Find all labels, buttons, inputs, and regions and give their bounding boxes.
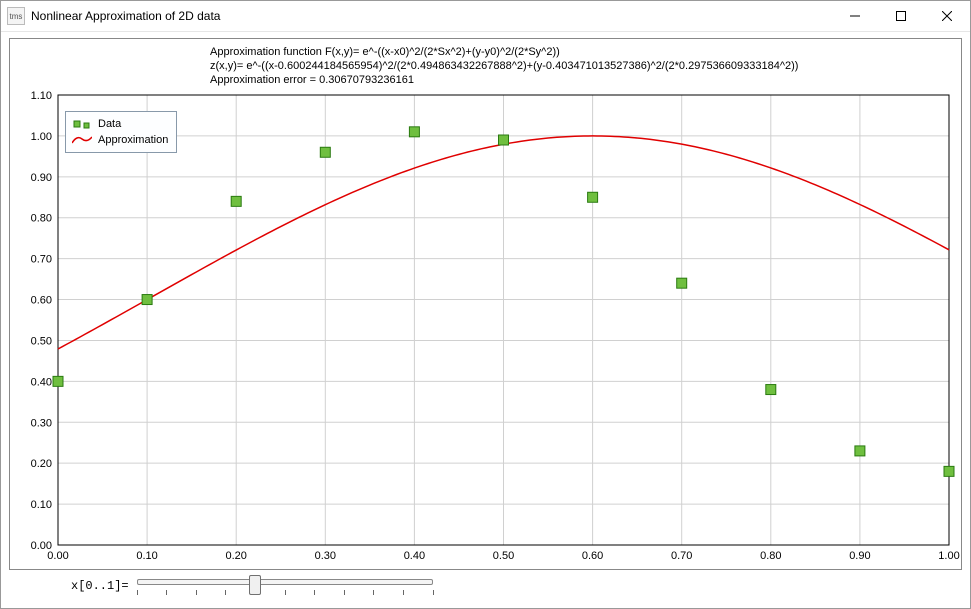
- close-icon: [942, 11, 952, 21]
- y-tick-label: 1.00: [31, 131, 52, 143]
- x-tick-label: 0.40: [404, 550, 425, 562]
- data-point: [766, 385, 776, 395]
- data-point: [53, 376, 63, 386]
- x-tick-label: 0.60: [582, 550, 603, 562]
- data-point: [677, 278, 687, 288]
- data-point: [499, 135, 509, 145]
- x-tick-label: 0.10: [136, 550, 157, 562]
- x-tick-label: 0.50: [493, 550, 514, 562]
- y-tick-label: 0.00: [31, 540, 52, 552]
- legend-data-swatch: [72, 117, 92, 131]
- legend-approx-label: Approximation: [98, 134, 168, 146]
- y-tick-label: 0.70: [31, 254, 52, 266]
- app-window: tms Nonlinear Approximation of 2D data 0…: [0, 0, 971, 609]
- y-tick-label: 0.30: [31, 417, 52, 429]
- data-point: [320, 147, 330, 157]
- slider-thumb[interactable]: [249, 575, 261, 595]
- close-button[interactable]: [924, 1, 970, 31]
- content-area: 0.00 0.10 0.20 0.30 0.40 0.50 0.60 0.70 0.80 0.90…: [1, 32, 970, 608]
- minimize-button[interactable]: [832, 1, 878, 31]
- data-point: [142, 295, 152, 305]
- x-tick-label: 1.00: [938, 550, 959, 562]
- window-title: Nonlinear Approximation of 2D data: [31, 9, 832, 23]
- annotation-line-2: z(x,y)= e^-((x-0.600244184565954)^2/(2*0…: [210, 59, 901, 73]
- minimize-icon: [850, 11, 860, 21]
- data-point: [409, 127, 419, 137]
- legend-approx-swatch: [72, 133, 92, 147]
- x-tick-label: 0.90: [849, 550, 870, 562]
- app-icon: tms: [7, 7, 25, 25]
- y-tick-label: 0.10: [31, 499, 52, 511]
- slider-groove: [137, 579, 433, 585]
- slider-ticks: [137, 589, 433, 595]
- y-tick-label: 0.50: [31, 335, 52, 347]
- x-slider[interactable]: [135, 575, 435, 597]
- slider-row: x[0..1]=: [9, 570, 962, 602]
- y-tick-label: 0.80: [31, 213, 52, 225]
- x-tick-label: 0.30: [315, 550, 336, 562]
- legend-item-approx: Approximation: [72, 132, 168, 148]
- legend-data-label: Data: [98, 118, 121, 130]
- titlebar: tms Nonlinear Approximation of 2D data: [1, 1, 970, 32]
- x-tick-label: 0.70: [671, 550, 692, 562]
- x-tick-label: 0.80: [760, 550, 781, 562]
- x-tick-label: 0.20: [225, 550, 246, 562]
- y-tick-label: 1.10: [31, 90, 52, 102]
- legend: Data Approximation: [65, 111, 177, 153]
- data-point: [944, 466, 954, 476]
- data-point: [231, 196, 241, 206]
- data-point: [588, 192, 598, 202]
- window-controls: [832, 1, 970, 31]
- annotation-line-3: Approximation error = 0.30670793236161: [210, 73, 901, 87]
- y-tick-label: 0.90: [31, 172, 52, 184]
- slider-label: x[0..1]=: [71, 579, 129, 593]
- data-point: [855, 446, 865, 456]
- maximize-icon: [896, 11, 906, 21]
- y-tick-label: 0.20: [31, 458, 52, 470]
- y-tick-label: 0.40: [31, 376, 52, 388]
- annotation-block: Approximation function F(x,y)= e^-((x-x0…: [210, 45, 901, 87]
- maximize-button[interactable]: [878, 1, 924, 31]
- y-tick-label: 0.60: [31, 295, 52, 307]
- annotation-line-1: Approximation function F(x,y)= e^-((x-x0…: [210, 45, 901, 59]
- chart-frame: 0.00 0.10 0.20 0.30 0.40 0.50 0.60 0.70 0.80 0.90…: [9, 38, 962, 570]
- legend-item-data: Data: [72, 116, 168, 132]
